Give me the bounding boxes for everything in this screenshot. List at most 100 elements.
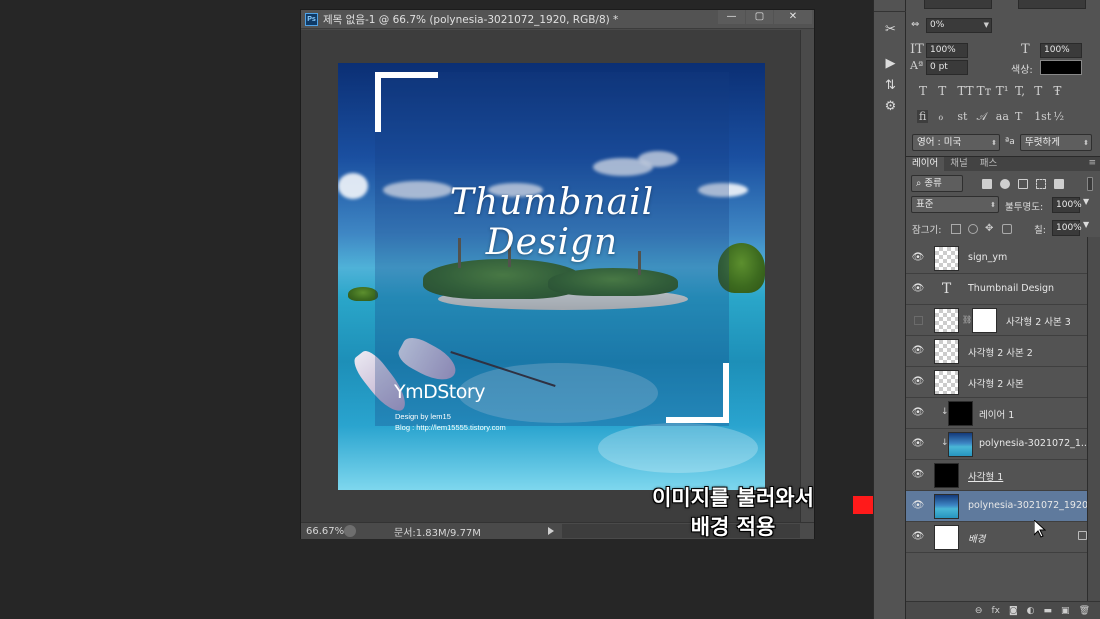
layer-thumbnail[interactable] (934, 463, 959, 488)
maximize-button[interactable]: ▢ (746, 10, 773, 24)
antialias-select[interactable]: 뚜렷하게 ⬍ (1020, 134, 1092, 151)
group-icon[interactable]: ▬ (1044, 606, 1053, 616)
new-layer-icon[interactable]: ▣ (1061, 606, 1070, 616)
layer-thumbnail[interactable] (948, 432, 973, 457)
close-button[interactable]: ✕ (774, 10, 812, 24)
opentype-button-3[interactable]: 𝒜 (977, 110, 987, 124)
layer-mask-thumbnail[interactable] (972, 308, 997, 333)
panel-menu-icon[interactable]: ≡ (1088, 158, 1096, 168)
opentype-button-6[interactable]: 1st (1034, 110, 1051, 123)
layer-row[interactable]: ⛓ 사각형 2 사본 3 (906, 305, 1100, 336)
layer-row[interactable]: 👁 배경 (906, 522, 1100, 553)
tool-presets-icon[interactable]: ✂ (883, 22, 898, 37)
pixel-filter-icon[interactable] (982, 179, 992, 189)
eye-icon[interactable]: 👁 (911, 530, 925, 544)
properties-icon[interactable]: ⇅ (883, 78, 898, 93)
layer-thumbnail[interactable]: T (934, 277, 959, 302)
layer-thumbnail[interactable] (948, 401, 973, 426)
lock-all-icon[interactable] (1002, 224, 1012, 234)
layers-scrollbar[interactable] (1087, 237, 1100, 601)
layer-thumbnail[interactable] (934, 246, 959, 271)
adjustments-icon[interactable]: ⚙ (883, 99, 898, 114)
adjustment-filter-icon[interactable] (1000, 179, 1010, 189)
document-titlebar[interactable]: Ps 제목 없음-1 @ 66.7% (polynesia-3021072_19… (301, 10, 814, 29)
fx-icon[interactable]: fx (991, 606, 1000, 616)
horizontal-scale-field[interactable]: 100% (1040, 43, 1082, 58)
visibility-off-icon[interactable] (914, 316, 923, 325)
minimize-button[interactable]: — (718, 10, 745, 24)
style-button-0[interactable]: T (919, 84, 927, 98)
layer-row[interactable]: 👁 polynesia-3021072_1920 (906, 491, 1100, 522)
type-filter-icon[interactable] (1018, 179, 1028, 189)
style-button-6[interactable]: T (1034, 84, 1042, 98)
eye-icon[interactable]: 👁 (911, 251, 925, 265)
kerning-field[interactable] (924, 0, 992, 9)
shape-filter-icon[interactable] (1036, 179, 1046, 189)
layer-thumbnail[interactable] (934, 525, 959, 550)
opacity-field[interactable]: 100% (1052, 197, 1082, 213)
tab-layers[interactable]: 레이어 (906, 157, 945, 171)
layer-thumbnail[interactable] (934, 339, 959, 364)
layer-row[interactable]: 👁 T Thumbnail Design (906, 274, 1100, 305)
layer-row[interactable]: 👁 sign_ym (906, 243, 1100, 274)
style-button-2[interactable]: TT (957, 84, 973, 98)
opentype-button-0[interactable]: fi (917, 110, 929, 123)
opentype-button-4[interactable]: aa (996, 110, 1009, 123)
layer-thumbnail[interactable] (934, 494, 959, 519)
actions-play-icon[interactable]: ▶ (883, 56, 898, 71)
eye-icon[interactable]: 👁 (911, 468, 925, 482)
opentype-button-1[interactable]: ℴ (938, 110, 943, 123)
lock-transparent-icon[interactable] (951, 224, 961, 234)
lock-position-icon[interactable]: ✥ (985, 224, 995, 234)
tab-channels[interactable]: 채널 (944, 157, 973, 171)
layer-name[interactable]: 배경 (968, 531, 985, 545)
opacity-arrow-icon[interactable]: ▼ (1083, 197, 1089, 206)
layer-row[interactable]: 👁 사각형 1 (906, 460, 1100, 491)
filter-toggle[interactable] (1087, 177, 1093, 191)
layer-row[interactable]: 👁 ↓ 레이어 1 (906, 398, 1100, 429)
eye-icon[interactable]: 👁 (911, 282, 925, 296)
text-color-swatch[interactable] (1040, 60, 1082, 75)
fill-field[interactable]: 100% (1052, 220, 1082, 236)
layer-name[interactable]: 레이어 1 (979, 407, 1014, 421)
style-button-3[interactable]: Tт (977, 84, 992, 98)
fill-arrow-icon[interactable]: ▼ (1083, 220, 1089, 229)
vertical-scrollbar[interactable] (800, 30, 814, 522)
layer-row[interactable]: 👁 사각형 2 사본 2 (906, 336, 1100, 367)
layer-row[interactable]: 👁 ↓ polynesia-3021072_1... (906, 429, 1100, 460)
eye-icon[interactable]: 👁 (911, 499, 925, 513)
layer-name[interactable]: 사각형 2 사본 (968, 376, 1024, 390)
eye-icon[interactable]: 👁 (911, 375, 925, 389)
canvas-area[interactable]: Thumbnail Design YmDStory Design by lem1… (301, 30, 814, 522)
layer-name[interactable]: Thumbnail Design (968, 283, 1054, 294)
smart-object-filter-icon[interactable] (1054, 179, 1064, 189)
opentype-button-2[interactable]: st (957, 110, 967, 123)
layer-name[interactable]: sign_ym (968, 252, 1007, 263)
status-info-icon[interactable] (344, 525, 356, 537)
layer-name[interactable]: 사각형 1 (968, 469, 1003, 483)
style-button-4[interactable]: T¹ (996, 84, 1009, 98)
opentype-button-7[interactable]: ½ (1053, 110, 1064, 123)
style-button-7[interactable]: Ŧ (1053, 84, 1061, 98)
language-select[interactable]: 영어 : 미국 ⬍ (912, 134, 1000, 151)
layer-thumbnail[interactable] (934, 370, 959, 395)
vertical-scale-field[interactable]: 100% (926, 43, 968, 58)
opentype-button-5[interactable]: T (1015, 110, 1022, 123)
style-button-5[interactable]: T, (1015, 84, 1025, 98)
canvas-image[interactable]: Thumbnail Design YmDStory Design by lem1… (338, 63, 765, 490)
mask-icon[interactable]: ◙ (1009, 606, 1018, 616)
leading-field[interactable] (1018, 0, 1086, 9)
layer-row[interactable]: 👁 사각형 2 사본 (906, 367, 1100, 398)
eye-icon[interactable]: 👁 (911, 437, 925, 451)
link-icon[interactable]: ⊖ (975, 606, 983, 616)
eye-icon[interactable]: 👁 (911, 406, 925, 420)
layer-name[interactable]: 사각형 2 사본 2 (968, 345, 1033, 359)
zoom-level[interactable]: 66.67% (306, 526, 344, 537)
tab-paths[interactable]: 패스 (974, 157, 1003, 171)
filter-kind-select[interactable]: ⌕ 종류 (911, 175, 963, 192)
adjustment-icon[interactable]: ◐ (1027, 606, 1035, 616)
layer-name[interactable]: polynesia-3021072_1920 (968, 500, 1088, 511)
layer-name[interactable]: polynesia-3021072_1... (979, 438, 1090, 449)
chain-link-icon[interactable]: ⛓ (962, 315, 972, 324)
layer-thumbnail[interactable] (934, 308, 959, 333)
